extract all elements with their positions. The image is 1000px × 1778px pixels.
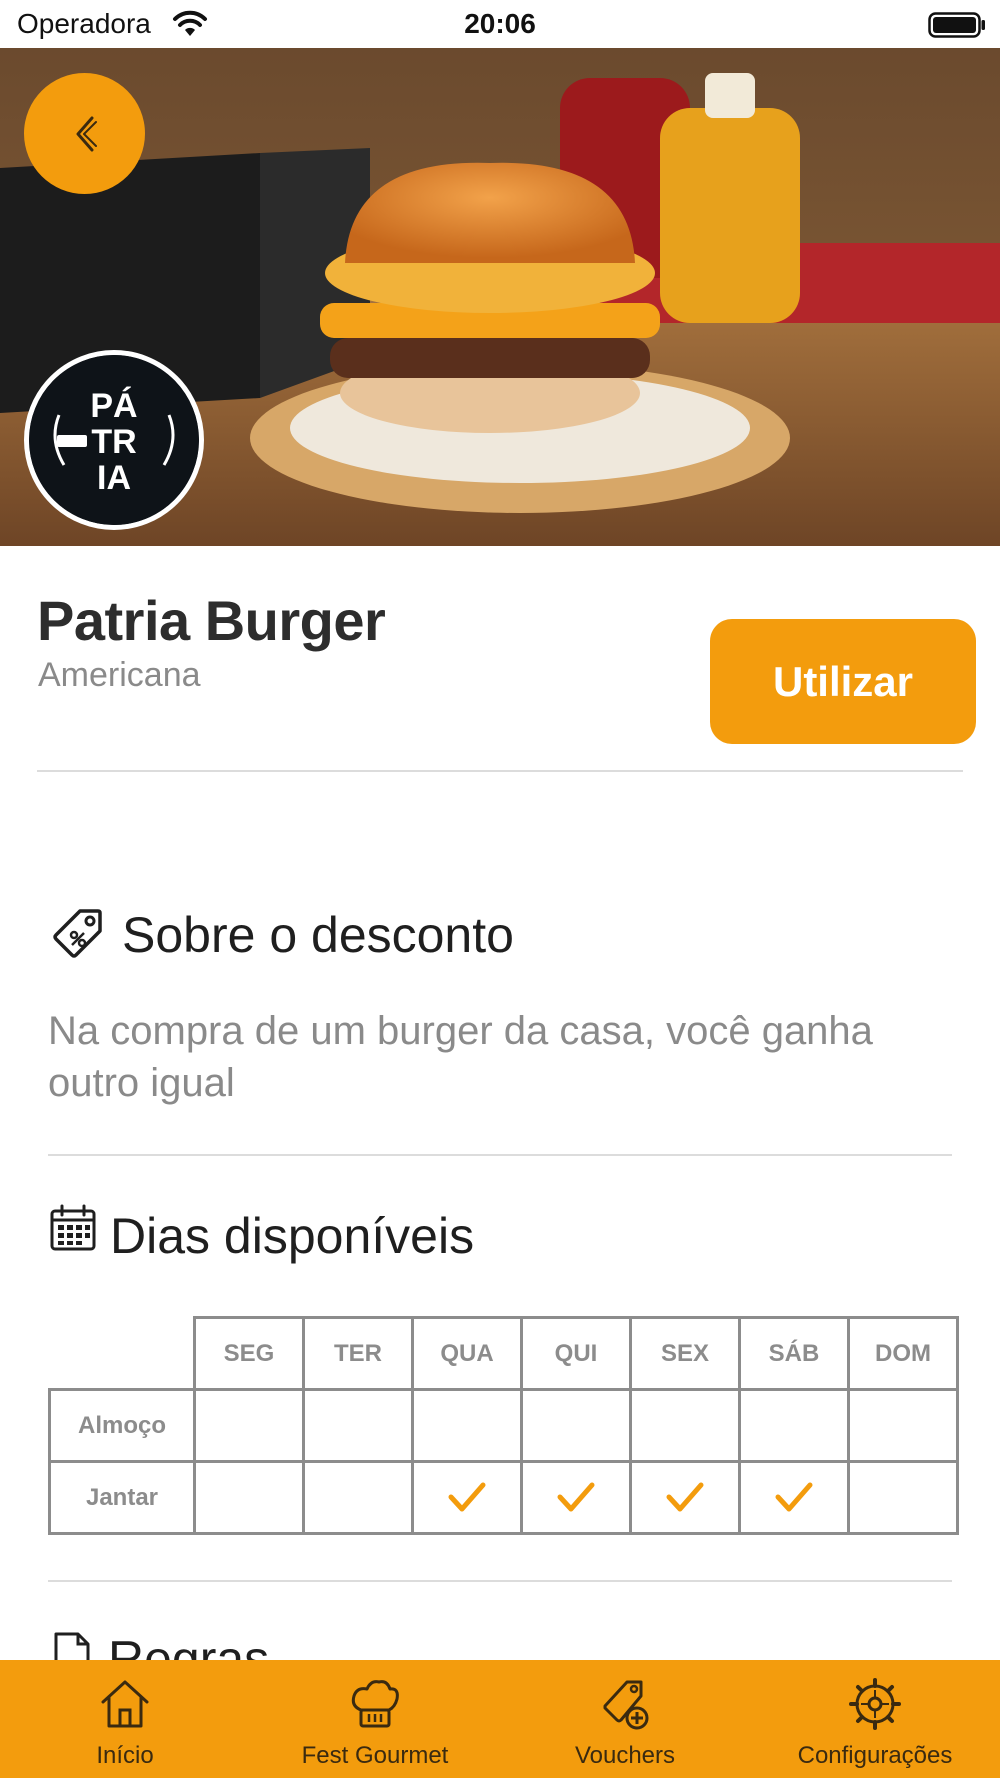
tab-label: Configurações — [797, 1742, 953, 1769]
day-header: TER — [302, 1316, 414, 1391]
schedule-cell — [629, 1460, 741, 1535]
schedule-cell — [738, 1388, 850, 1463]
schedule-cell — [520, 1388, 632, 1463]
tab-label: Início — [96, 1742, 154, 1769]
schedule-header-row: SEG TER QUA QUI SEX SÁB DOM — [50, 1316, 959, 1391]
schedule-cell — [193, 1388, 305, 1463]
status-bar: Operadora 20:06 — [0, 0, 1000, 48]
use-voucher-button[interactable]: Utilizar — [710, 619, 976, 744]
schedule-cell — [193, 1460, 305, 1535]
schedule-cell — [302, 1388, 414, 1463]
tab-label: Fest Gourmet — [301, 1742, 449, 1769]
schedule-corner — [50, 1318, 195, 1390]
tag-icon — [53, 909, 102, 958]
schedule-title: Dias disponíveis — [110, 1208, 475, 1264]
restaurant-category: Americana — [38, 656, 201, 694]
checkmark-icon — [557, 1482, 595, 1511]
header-divider — [37, 770, 963, 772]
schedule-cell — [847, 1460, 959, 1535]
day-header: QUI — [520, 1316, 632, 1391]
checkmark-icon — [666, 1482, 704, 1511]
tab-fest-gourmet[interactable]: Fest Gourmet — [250, 1660, 500, 1778]
calendar-icon — [50, 1204, 96, 1251]
schedule-cell — [411, 1460, 523, 1535]
schedule-cell — [411, 1388, 523, 1463]
battery-icon — [928, 12, 985, 38]
checkmark-icon — [448, 1482, 486, 1511]
day-header: DOM — [847, 1316, 959, 1391]
about-title: Sobre o desconto — [122, 907, 514, 963]
schedule-row-dinner: Jantar — [48, 1460, 959, 1535]
day-header: SEG — [193, 1316, 305, 1391]
schedule-cell — [520, 1460, 632, 1535]
about-divider — [48, 1154, 952, 1156]
meal-label: Jantar — [48, 1460, 196, 1535]
schedule-cell — [738, 1460, 850, 1535]
schedule-cell — [847, 1388, 959, 1463]
schedule-cell — [302, 1460, 414, 1535]
clock: 20:06 — [464, 8, 536, 39]
schedule-row-lunch: Almoço — [48, 1388, 959, 1463]
tab-home[interactable]: Início — [0, 1660, 250, 1778]
voucher-add-icon — [603, 1680, 649, 1730]
schedule-cell — [629, 1388, 741, 1463]
about-description: Na compra de um burger da casa, você gan… — [48, 1009, 873, 1105]
back-button[interactable] — [24, 73, 145, 194]
day-header: QUA — [411, 1316, 523, 1391]
svg-text:TR: TR — [91, 423, 136, 461]
tab-settings[interactable]: Configurações — [750, 1660, 1000, 1778]
patria-logo-graphic: PÁ TR IA — [29, 355, 199, 525]
bottom-tab-bar: Início Fest Gourmet Vouchers Configuraçõ… — [0, 1660, 1000, 1778]
checkmark-icon — [775, 1482, 813, 1511]
tab-label: Vouchers — [574, 1742, 676, 1769]
svg-text:IA: IA — [97, 459, 131, 497]
restaurant-name: Patria Burger — [37, 589, 386, 652]
gear-icon — [849, 1678, 901, 1730]
schedule-table: SEG TER QUA QUI SEX SÁB DOM Almoço Janta… — [48, 1316, 959, 1535]
hero-banner: PÁ TR IA — [0, 48, 1000, 546]
svg-text:PÁ: PÁ — [90, 387, 137, 425]
chef-hat-icon — [351, 1680, 399, 1728]
restaurant-logo: PÁ TR IA — [24, 350, 204, 530]
schedule-divider — [48, 1580, 952, 1582]
tab-vouchers[interactable]: Vouchers — [500, 1660, 750, 1778]
chevron-left-icon — [76, 116, 97, 151]
day-header: SEX — [629, 1316, 741, 1391]
day-header: SÁB — [738, 1316, 850, 1391]
meal-label: Almoço — [48, 1388, 196, 1463]
home-icon — [101, 1680, 149, 1728]
